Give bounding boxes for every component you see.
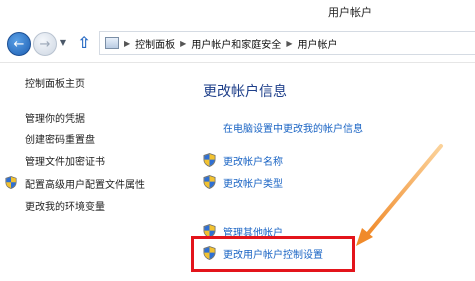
sidebar-item-change-environment-variables[interactable]: 更改我的环境变量 — [25, 198, 105, 213]
sidebar-item-configure-advanced-profile-properties[interactable]: 配置高级用户配置文件属性 — [25, 176, 145, 191]
uac-shield-icon — [5, 176, 17, 189]
control-panel-icon — [105, 37, 119, 49]
address-bar[interactable]: ▶ 控制面板 ▶ 用户帐户和家庭安全 ▶ 用户帐户 — [99, 31, 475, 55]
title-bar: 用户帐户 — [0, 0, 475, 26]
uac-shield-icon — [203, 153, 216, 167]
sidebar-item-control-panel-home[interactable]: 控制面板主页 — [25, 75, 85, 90]
sidebar-item-manage-file-encryption-certificates[interactable]: 管理文件加密证书 — [25, 153, 105, 168]
breadcrumb-user-accounts[interactable]: 用户帐户 — [297, 36, 337, 51]
highlight-box — [191, 236, 355, 272]
forward-arrow-icon: → — [39, 36, 51, 52]
recent-locations-button[interactable]: ▼ — [58, 38, 68, 48]
breadcrumb-separator-icon: ▶ — [124, 38, 131, 48]
breadcrumb-control-panel[interactable]: 控制面板 — [135, 36, 175, 51]
link-change-account-name[interactable]: 更改帐户名称 — [223, 153, 283, 168]
sidebar: 控制面板主页 管理你的凭据 创建密码重置盘 管理文件加密证书 配置高级用户配置文… — [0, 63, 180, 281]
link-change-account-type[interactable]: 更改帐户类型 — [223, 175, 283, 190]
breadcrumb-separator-icon: ▶ — [286, 38, 293, 48]
link-change-account-info-in-pc-settings[interactable]: 在电脑设置中更改我的帐户信息 — [223, 120, 363, 135]
chevron-down-icon: ▼ — [59, 38, 67, 47]
sidebar-item-create-password-reset-disk[interactable]: 创建密码重置盘 — [25, 131, 95, 146]
page-title: 更改帐户信息 — [203, 84, 287, 100]
navigation-bar: ← → ▼ ⇧ ▶ 控制面板 ▶ 用户帐户和家庭安全 ▶ 用户帐户 — [0, 26, 475, 63]
back-arrow-icon: ← — [13, 36, 25, 52]
up-button[interactable]: ⇧ — [75, 33, 93, 53]
back-button[interactable]: ← — [7, 32, 31, 56]
breadcrumb-separator-icon: ▶ — [180, 38, 187, 48]
forward-button[interactable]: → — [33, 32, 57, 56]
up-arrow-icon: ⇧ — [77, 33, 91, 52]
window-title: 用户帐户 — [328, 6, 372, 19]
sidebar-item-manage-credentials[interactable]: 管理你的凭据 — [25, 110, 85, 125]
uac-shield-icon — [203, 175, 216, 189]
breadcrumb-user-accounts-family[interactable]: 用户帐户和家庭安全 — [191, 36, 281, 51]
